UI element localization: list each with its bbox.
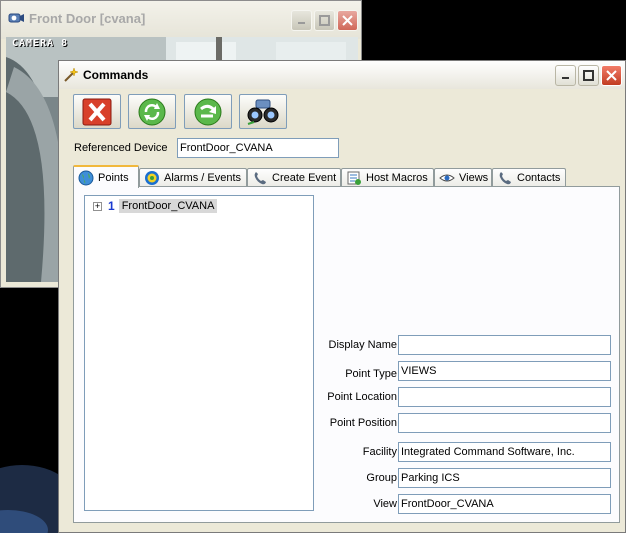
magic-wand-icon xyxy=(64,67,79,82)
node-index-icon: 1 xyxy=(108,199,115,213)
binoculars-button[interactable] xyxy=(239,94,287,129)
camera-overlay-label: CAMERA 8 xyxy=(12,38,69,49)
close-icon xyxy=(342,15,353,26)
commands-close-button[interactable] xyxy=(601,65,622,86)
tab-contacts[interactable]: Contacts xyxy=(492,168,566,187)
maximize-icon xyxy=(583,70,594,81)
point-type-field[interactable]: VIEWS xyxy=(398,361,611,381)
tab-views[interactable]: Views xyxy=(434,168,492,187)
camera-window-titlebar[interactable]: Front Door [cvana] xyxy=(1,1,361,39)
points-tree[interactable]: + 1 FrontDoor_CVANA xyxy=(84,195,314,511)
tab-alarms-events[interactable]: Alarms / Events xyxy=(139,168,247,187)
macro-icon xyxy=(347,171,361,185)
alarm-icon xyxy=(145,171,159,185)
binoculars-icon xyxy=(247,99,279,125)
tab-create-event[interactable]: Create Event xyxy=(247,168,341,187)
tab-label: Alarms / Events xyxy=(164,172,242,184)
tree-node-label: FrontDoor_CVANA xyxy=(118,199,218,213)
expand-toggle[interactable]: + xyxy=(93,201,102,211)
tab-label: Views xyxy=(459,172,489,184)
group-label: Group xyxy=(366,472,397,484)
commands-maximize-button[interactable] xyxy=(578,65,599,86)
refresh-button[interactable] xyxy=(128,94,176,129)
tab-label: Points xyxy=(98,171,129,184)
display-name-field[interactable] xyxy=(398,335,611,355)
commands-titlebar[interactable]: Commands xyxy=(59,61,625,89)
point-location-field[interactable] xyxy=(398,387,611,407)
facility-field[interactable]: Integrated Command Software, Inc. xyxy=(398,442,611,462)
tab-label: Create Event xyxy=(272,172,337,184)
tree-node[interactable]: + 1 FrontDoor_CVANA xyxy=(93,199,218,213)
camera-icon xyxy=(8,13,24,23)
point-type-label: Point Type xyxy=(345,368,397,380)
referenced-device-field[interactable]: FrontDoor_CVANA xyxy=(177,138,339,158)
commands-minimize-button[interactable] xyxy=(555,65,576,86)
commands-window[interactable]: Commands Referenced Device FrontDoor_CVA… xyxy=(58,60,626,533)
minimize-icon xyxy=(562,77,569,79)
green-arrow-icon xyxy=(194,98,222,125)
facility-label: Facility xyxy=(362,446,397,458)
camera-maximize-button[interactable] xyxy=(314,10,335,31)
tab-label: Contacts xyxy=(517,172,561,184)
close-command-button[interactable] xyxy=(73,94,121,129)
points-tab-panel: + 1 FrontDoor_CVANA Display Name Point T… xyxy=(73,186,620,523)
tab-points[interactable]: Points xyxy=(73,165,139,188)
tab-label: Host Macros xyxy=(366,172,428,184)
minimize-icon xyxy=(298,22,305,24)
commands-window-title: Commands xyxy=(83,68,149,82)
referenced-device-label: Referenced Device xyxy=(74,142,168,154)
globe-icon xyxy=(78,170,94,185)
close-icon xyxy=(606,70,617,81)
green-refresh-icon xyxy=(138,98,166,125)
view-field[interactable]: FrontDoor_CVANA xyxy=(398,494,611,514)
point-position-label: Point Position xyxy=(329,417,397,429)
group-field[interactable]: Parking ICS xyxy=(398,468,611,488)
eye-icon xyxy=(439,174,455,182)
point-location-label: Point Location xyxy=(327,391,397,403)
execute-button[interactable] xyxy=(184,94,232,129)
tab-host-macros[interactable]: Host Macros xyxy=(341,168,434,187)
view-label: View xyxy=(373,498,397,510)
camera-minimize-button[interactable] xyxy=(291,10,312,31)
camera-window-title: Front Door [cvana] xyxy=(29,11,146,26)
camera-close-button[interactable] xyxy=(337,10,358,31)
maximize-icon xyxy=(319,15,330,26)
display-name-label: Display Name xyxy=(328,339,397,351)
phone-icon xyxy=(499,172,511,185)
red-x-icon xyxy=(82,98,112,125)
phone-icon xyxy=(254,172,266,185)
point-position-field[interactable] xyxy=(398,413,611,433)
